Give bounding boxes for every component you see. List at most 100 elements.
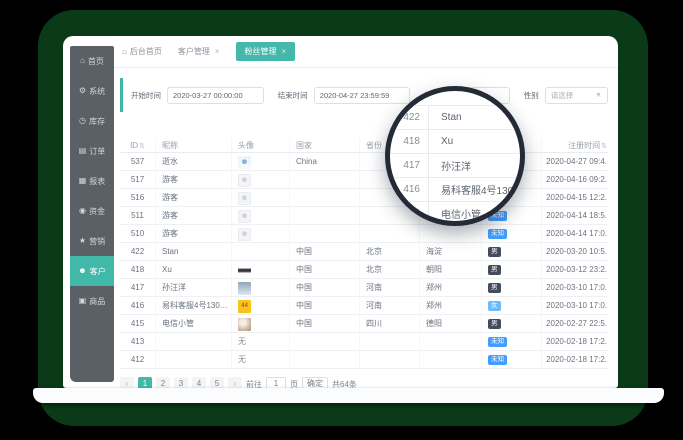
confirm-button[interactable]: 确定 xyxy=(302,377,328,388)
sidebar-item-label: 系统 xyxy=(89,86,105,97)
cell-register-time: 2020-04-16 09:2. xyxy=(542,171,608,189)
monitor-icon: ▦ xyxy=(79,177,87,185)
cell-register-time: 2020-04-15 12:2. xyxy=(542,189,608,207)
tab-粉丝管理[interactable]: 粉丝管理× xyxy=(236,42,296,61)
cell-nickname: 电信小管 xyxy=(156,315,232,333)
magnifier-row-name: Xu xyxy=(428,130,520,153)
magnifier-row-id: 417 xyxy=(390,160,420,171)
page-button-2[interactable]: 2 xyxy=(156,377,170,388)
avatar: ☻ xyxy=(238,228,251,241)
laptop-base xyxy=(33,388,664,403)
column-header-国家: 国家 xyxy=(290,138,360,153)
sidebar-item-label: 商品 xyxy=(89,296,105,307)
avatar xyxy=(238,264,251,277)
gender-badge: 女 xyxy=(488,301,501,311)
cell-province: 北京 xyxy=(360,243,420,261)
gender-badge: 男 xyxy=(488,283,501,293)
page-button-1[interactable]: 1 xyxy=(138,377,152,388)
sidebar-item-订单[interactable]: ▤订单 xyxy=(70,136,114,166)
avatar xyxy=(238,318,251,331)
cell-gender: 男 xyxy=(482,243,542,261)
sidebar-item-客户[interactable]: ☻客户 xyxy=(70,256,114,286)
cell-country: 中国 xyxy=(290,297,360,315)
sort-icon[interactable]: ⇅ xyxy=(139,143,145,150)
gender-select[interactable]: 请选择 ▼ xyxy=(545,87,608,104)
cell-country: 中国 xyxy=(290,243,360,261)
sidebar-item-系统[interactable]: ⚙系统 xyxy=(70,76,114,106)
column-header-ID[interactable]: ID⇅ xyxy=(120,138,156,153)
page-button-5[interactable]: 5 xyxy=(210,377,224,388)
cell-avatar: 44 xyxy=(232,297,290,315)
sidebar-item-label: 首页 xyxy=(88,56,104,67)
cell-id: 416 xyxy=(120,297,156,315)
page-button-3[interactable]: 3 xyxy=(174,377,188,388)
page-button-4[interactable]: 4 xyxy=(192,377,206,388)
jump-unit-label: 页 xyxy=(290,379,298,389)
cell-city: 朝阳 xyxy=(420,261,482,279)
gender-badge: 男 xyxy=(488,265,501,275)
close-icon[interactable]: × xyxy=(282,47,287,56)
pagination: ‹12345›前往1页确定共64条 xyxy=(120,377,357,388)
close-icon[interactable]: × xyxy=(215,47,220,56)
cell-register-time: 2020-02-18 17:2. xyxy=(542,351,608,369)
tab-后台首页[interactable]: ⌂后台首页 xyxy=(122,46,162,57)
magnifier-row-name: 孙汪洋 xyxy=(428,154,520,177)
gender-badge: 未知 xyxy=(488,337,507,347)
cell-nickname: 游客 xyxy=(156,207,232,225)
gear-icon: ⚙ xyxy=(79,87,86,95)
cell-id: 537 xyxy=(120,153,156,171)
home-icon: ⌂ xyxy=(80,57,85,65)
gender-label: 性别 xyxy=(524,90,539,101)
cell-nickname: Stan xyxy=(156,243,232,261)
next-page-button[interactable]: › xyxy=(228,377,242,388)
cell-nickname: Xu xyxy=(156,261,232,279)
magnifier-row: 418Xu xyxy=(390,130,520,154)
sidebar-item-label: 报表 xyxy=(89,176,105,187)
jump-page-input[interactable]: 1 xyxy=(266,377,286,388)
cell-country: 中国 xyxy=(290,261,360,279)
start-time-input[interactable]: 2020-03-27 00:00:00 xyxy=(167,87,264,104)
cell-register-time: 2020-04-14 17:0. xyxy=(542,225,608,243)
table-row: 412无未知2020-02-18 17:2. xyxy=(120,351,608,369)
cell-city: 郑州 xyxy=(420,297,482,315)
end-time-input[interactable]: 2020-04-27 23:59:59 xyxy=(314,87,411,104)
cell-avatar: 无 xyxy=(232,351,290,369)
cell-nickname: 易科客服4号1302750 xyxy=(156,297,232,315)
goods-icon: ▣ xyxy=(79,297,87,305)
cell-gender: 男 xyxy=(482,261,542,279)
cell-gender: 未知 xyxy=(482,351,542,369)
cell-country xyxy=(290,171,360,189)
prev-page-button[interactable]: ‹ xyxy=(120,377,134,388)
coin-icon: ◉ xyxy=(79,207,86,215)
home-icon: ⌂ xyxy=(122,47,127,56)
cell-country xyxy=(290,333,360,351)
sidebar-item-报表[interactable]: ▦报表 xyxy=(70,166,114,196)
cell-gender: 男 xyxy=(482,279,542,297)
gender-badge: 未知 xyxy=(488,355,507,365)
person-icon: ☻ xyxy=(78,267,86,275)
tab-客户管理[interactable]: 客户管理× xyxy=(178,46,220,57)
sidebar-item-label: 库存 xyxy=(89,116,105,127)
cell-nickname xyxy=(156,333,232,351)
table-row: 510游客☻未知2020-04-14 17:0. xyxy=(120,225,608,243)
sort-icon[interactable]: ⇅ xyxy=(601,143,607,150)
column-header-注册时间[interactable]: 注册时间⇅ xyxy=(542,138,608,153)
cell-province xyxy=(360,333,420,351)
gender-badge: 男 xyxy=(488,247,501,257)
star-icon: ★ xyxy=(79,237,86,245)
cell-province xyxy=(360,225,420,243)
sidebar-item-库存[interactable]: ◷库存 xyxy=(70,106,114,136)
cell-country xyxy=(290,207,360,225)
avatar: ☻ xyxy=(238,174,251,187)
cell-avatar xyxy=(232,279,290,297)
filter-panel: 开始时间 2020-03-27 00:00:00 结束时间 2020-04-27… xyxy=(120,78,608,112)
magnifier-row: 417 孙汪洋 xyxy=(390,154,520,178)
gender-badge: 未知 xyxy=(488,229,507,239)
sidebar-item-首页[interactable]: ⌂首页 xyxy=(70,46,114,76)
table-header-row: ID⇅昵称头像国家省份城市性别注册时间⇅ xyxy=(120,138,608,153)
sidebar-item-资金[interactable]: ◉资金 xyxy=(70,196,114,226)
sidebar-item-营销[interactable]: ★营销 xyxy=(70,226,114,256)
tab-bar: ⌂后台首页 客户管理× 粉丝管理× xyxy=(114,36,618,68)
jump-label: 前往 xyxy=(246,379,262,389)
sidebar-item-商品[interactable]: ▣商品 xyxy=(70,286,114,316)
